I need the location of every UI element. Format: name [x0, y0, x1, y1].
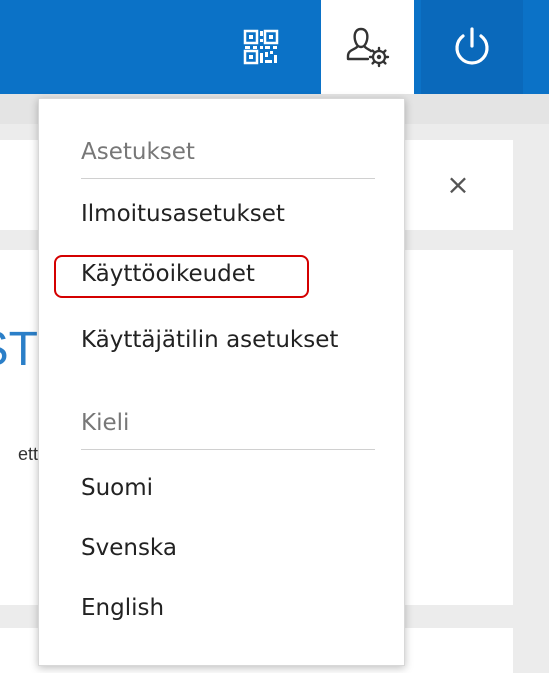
- qr-code-icon: [243, 29, 279, 65]
- top-bar: [0, 0, 549, 94]
- language-divider: [81, 449, 375, 450]
- logout-button[interactable]: [421, 0, 523, 94]
- settings-heading: Asetukset: [81, 139, 195, 165]
- content-title-fragment: ST: [0, 323, 38, 376]
- user-settings-dropdown: Asetukset Ilmoitusasetukset Käyttöoikeud…: [38, 98, 405, 666]
- top-bar-edge: [523, 0, 549, 94]
- user-settings-button[interactable]: [321, 0, 414, 94]
- qr-code-button[interactable]: [212, 0, 310, 94]
- menu-item-language-finnish[interactable]: Suomi: [81, 475, 153, 501]
- menu-item-account-settings[interactable]: Käyttäjätilin asetukset: [81, 327, 338, 353]
- menu-item-language-english[interactable]: English: [81, 595, 164, 621]
- menu-item-permissions[interactable]: Käyttöoikeudet: [81, 261, 255, 287]
- settings-divider: [81, 178, 375, 179]
- menu-item-language-swedish[interactable]: Svenska: [81, 535, 177, 561]
- menu-item-notification-settings[interactable]: Ilmoitusasetukset: [81, 201, 285, 227]
- language-heading: Kieli: [81, 410, 130, 436]
- user-settings-icon: [346, 27, 389, 68]
- content-text-fragment: ett: [17, 444, 38, 464]
- close-icon[interactable]: ×: [441, 168, 475, 202]
- power-icon: [455, 27, 489, 65]
